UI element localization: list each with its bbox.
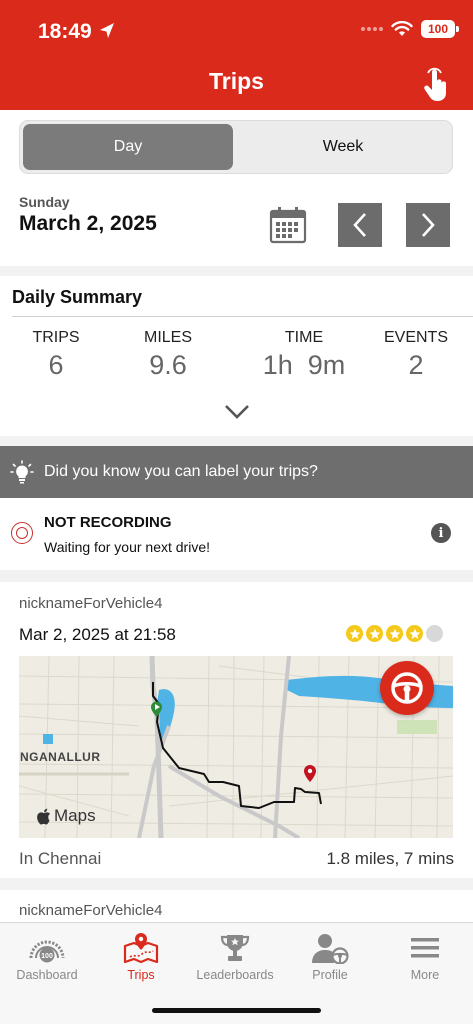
stat-label: EVENTS <box>383 329 448 346</box>
daily-summary-title: Daily Summary <box>12 287 143 307</box>
tab-label: Leaderboards <box>196 968 274 982</box>
daily-summary: Daily Summary TRIPS 6 MILES 9.6 TIME 1h … <box>0 276 473 436</box>
next-day-button[interactable] <box>406 203 450 247</box>
star-icon <box>386 625 403 642</box>
stat-label: MILES <box>143 329 192 346</box>
stat-value: 6 <box>48 350 64 380</box>
star-empty-icon <box>426 625 443 642</box>
app-header: 18:49 100 Trips <box>0 0 473 110</box>
stat-value: 1h 9m <box>262 350 346 380</box>
map-place-label: NGANALLUR <box>20 750 101 764</box>
maps-attribution: Maps <box>36 806 96 826</box>
record-indicator-icon <box>11 522 33 544</box>
tip-text: Did you know you can label your trips? <box>44 463 318 480</box>
stat-time: TIME 1h 9m <box>256 329 352 381</box>
menu-icon <box>411 938 439 958</box>
tab-trips[interactable]: Trips <box>94 931 188 982</box>
star-icon <box>366 625 383 642</box>
tab-label: Trips <box>127 968 155 982</box>
drive-steering-wheel-button[interactable] <box>380 661 434 715</box>
wifi-icon <box>391 21 413 36</box>
stat-value: 9.6 <box>149 350 187 380</box>
chevron-right-icon <box>422 213 435 237</box>
tab-label: Dashboard <box>16 968 78 982</box>
vehicle-nickname: nicknameForVehicle4 <box>19 902 163 919</box>
trip-card[interactable]: nicknameForVehicle4 Mar 2, 2025 at 21:58 <box>0 582 473 878</box>
driver-profile-icon <box>312 934 349 964</box>
svg-text:100: 100 <box>41 953 53 960</box>
star-icon <box>346 625 363 642</box>
apple-logo-icon <box>37 808 50 824</box>
trip-star-rating <box>346 625 443 642</box>
chevron-left-icon <box>353 213 366 237</box>
cellular-signal-icon <box>361 27 383 31</box>
info-icon[interactable]: i <box>431 523 451 543</box>
trip-route-map[interactable]: NGANALLUR Maps <box>19 656 453 838</box>
status-indicators: 100 <box>361 20 459 38</box>
recording-subtitle: Waiting for your next drive! <box>44 539 210 555</box>
tab-dashboard[interactable]: 100 Dashboard <box>0 931 94 982</box>
lightbulb-icon <box>10 460 34 484</box>
trip-datetime: Mar 2, 2025 at 21:58 <box>19 625 176 644</box>
maps-label: Maps <box>54 806 96 825</box>
tab-label: Profile <box>312 968 348 982</box>
stat-miles: MILES 9.6 <box>133 329 203 381</box>
expand-chevron-down-icon[interactable] <box>224 404 250 420</box>
speedometer-icon: 100 <box>29 940 65 963</box>
tip-banner[interactable]: Did you know you can label your trips? <box>0 446 473 498</box>
tab-label: More <box>410 968 440 982</box>
battery-icon: 100 <box>421 20 459 38</box>
home-indicator[interactable] <box>152 1008 321 1013</box>
map-pin-icon <box>123 933 159 964</box>
segment-week[interactable]: Week <box>238 124 448 170</box>
recording-title: NOT RECORDING <box>44 514 172 531</box>
day-week-segmented-control: Day Week <box>19 120 453 174</box>
vehicle-nickname: nicknameForVehicle4 <box>19 595 163 612</box>
calendar-icon[interactable] <box>269 206 307 244</box>
stat-value: 2 <box>408 350 424 380</box>
segment-day[interactable]: Day <box>23 124 233 170</box>
location-arrow-icon <box>100 23 114 38</box>
previous-day-button[interactable] <box>338 203 382 247</box>
trophy-icon <box>220 935 250 961</box>
recording-status: NOT RECORDING Waiting for your next driv… <box>0 498 473 570</box>
page-title: Trips <box>209 68 264 94</box>
star-icon <box>406 625 423 642</box>
divider <box>12 316 473 317</box>
steering-wheel-icon <box>391 672 423 704</box>
stat-events: EVENTS 2 <box>381 329 451 381</box>
stat-label: TIME <box>284 329 324 346</box>
stat-label: TRIPS <box>32 329 80 346</box>
selected-date: March 2, 2025 <box>19 212 157 235</box>
weekday-label: Sunday <box>19 194 70 210</box>
tab-leaderboards[interactable]: Leaderboards <box>188 931 282 982</box>
date-selector-card: Day Week Sunday March 2, 2025 <box>0 110 473 266</box>
stat-trips: TRIPS 6 <box>26 329 86 381</box>
tap-hand-icon[interactable] <box>423 66 449 102</box>
tab-profile[interactable]: Profile <box>283 931 377 982</box>
tab-more[interactable]: More <box>378 931 472 982</box>
trip-distance-duration: 1.8 miles, 7 mins <box>326 849 454 868</box>
trip-location: In Chennai <box>19 849 102 868</box>
status-time: 18:49 <box>38 20 92 43</box>
